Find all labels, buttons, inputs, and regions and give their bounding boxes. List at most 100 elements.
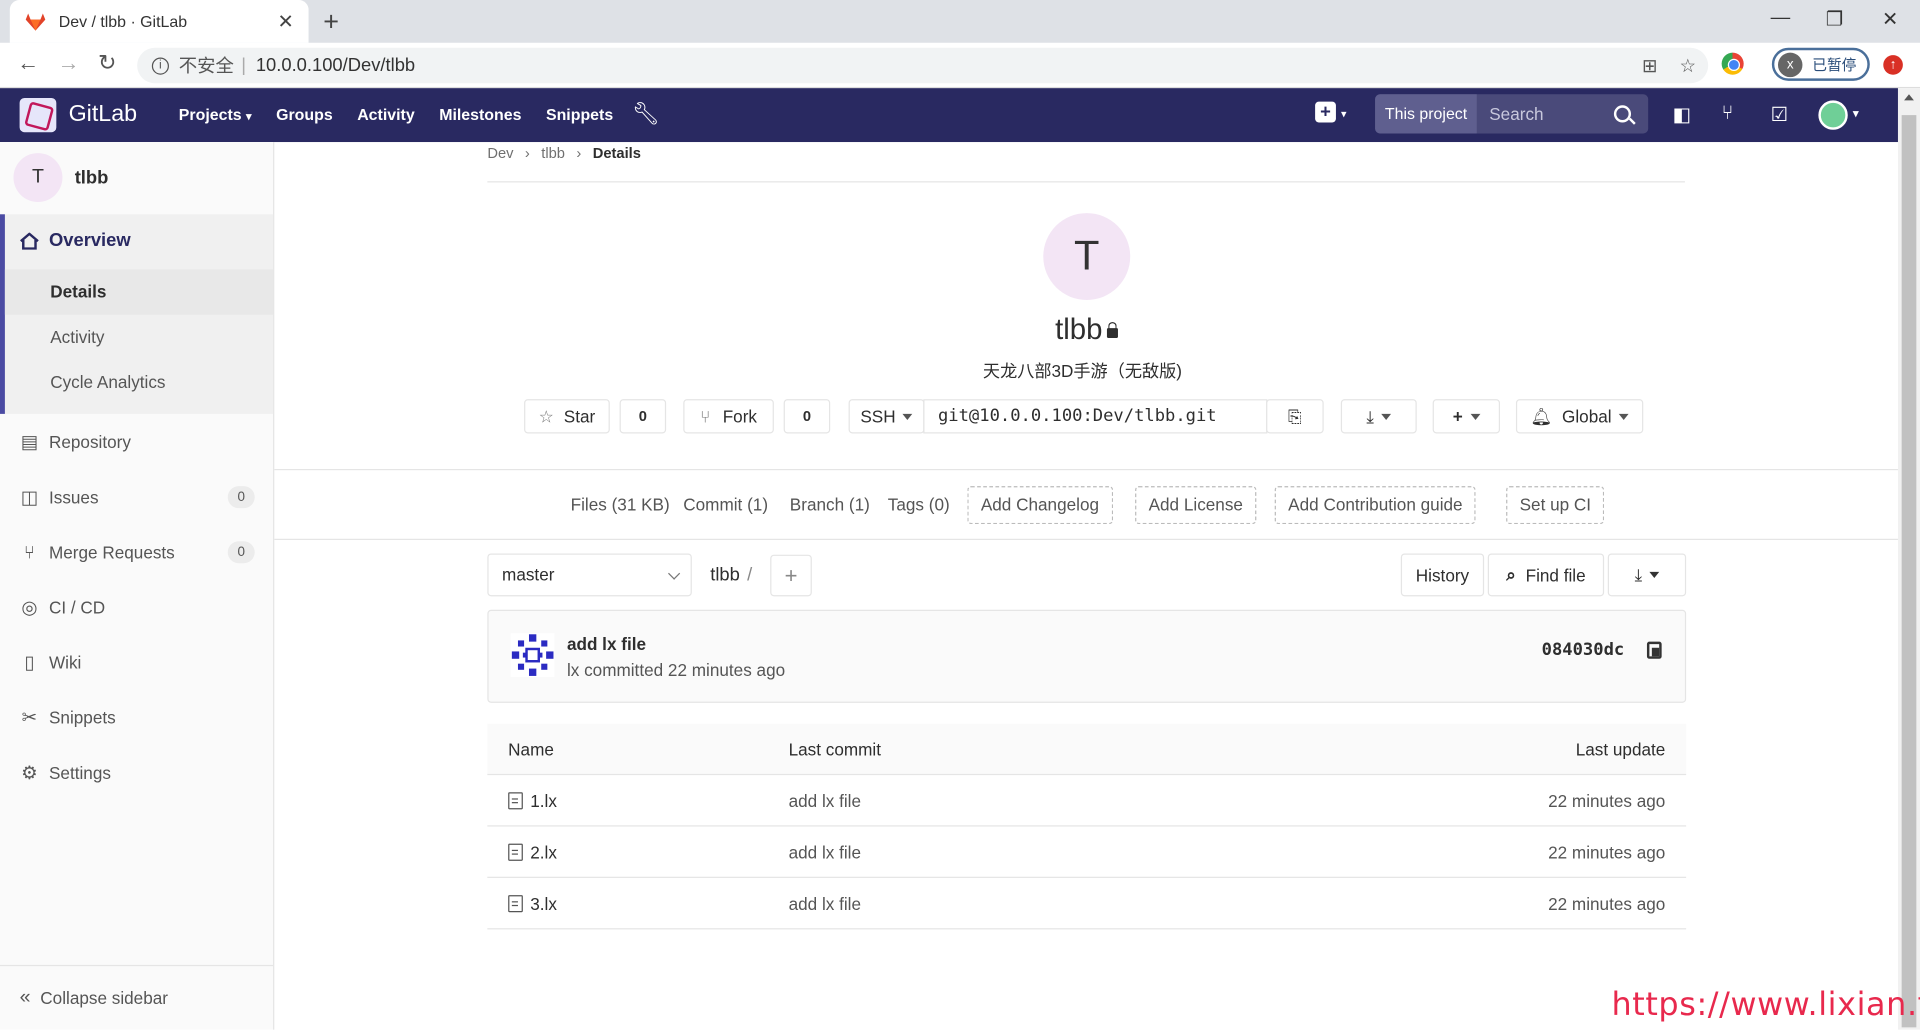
admin-wrench-icon[interactable]: 🔧︎: [632, 102, 660, 128]
update-icon[interactable]: ↑: [1883, 55, 1903, 75]
profile-button[interactable]: x 已暂停: [1771, 47, 1870, 81]
clone-protocol-dropdown[interactable]: SSH: [848, 399, 925, 434]
header-last-commit: Last commit: [788, 739, 881, 760]
gitlab-logo-icon[interactable]: [19, 97, 57, 133]
setup-ci-button[interactable]: Set up CI: [1506, 486, 1605, 525]
sidebar-project-avatar: T: [13, 153, 63, 203]
sidebar-item-merge-requests[interactable]: ⑂ Merge Requests 0: [20, 541, 255, 564]
new-tab-icon[interactable]: +: [323, 6, 339, 38]
commit-message[interactable]: add lx file: [567, 634, 646, 654]
file-commit[interactable]: add lx file: [789, 894, 861, 914]
chrome-extension-icon[interactable]: [1721, 52, 1744, 75]
lock-icon: [1107, 322, 1119, 338]
last-commit-panel: add lx file lx committed 22 minutes ago …: [487, 609, 1687, 703]
file-link[interactable]: 1.lx: [508, 791, 557, 811]
menu-projects[interactable]: Projects ▾: [179, 105, 252, 123]
restore-icon[interactable]: ❐: [1826, 7, 1844, 31]
notification-dropdown[interactable]: 🔔︎ Global: [1515, 399, 1644, 434]
add-to-tree-button[interactable]: +: [770, 554, 812, 597]
add-dropdown[interactable]: +: [1432, 399, 1501, 434]
search-scope[interactable]: This project: [1375, 94, 1477, 134]
breadcrumb-dev[interactable]: Dev: [487, 144, 513, 161]
clone-url-input[interactable]: git@10.0.0.100:Dev/tlbb.git: [923, 399, 1268, 434]
page-scrollbar[interactable]: [1897, 88, 1920, 1030]
commit-sha[interactable]: 084030dc: [1542, 640, 1625, 660]
tab-close-icon[interactable]: ✕: [277, 9, 293, 33]
download-dropdown[interactable]: ⤓: [1340, 399, 1417, 434]
translate-icon[interactable]: ⊞: [1642, 55, 1657, 77]
new-dropdown[interactable]: + ▾: [1315, 101, 1347, 123]
sidebar-item-details[interactable]: Details: [4, 269, 274, 315]
menu-snippets[interactable]: Snippets: [546, 105, 613, 123]
gitlab-brand[interactable]: GitLab: [69, 102, 138, 129]
branch-selector[interactable]: master: [487, 553, 692, 597]
breadcrumb-current[interactable]: Details: [593, 144, 641, 161]
menu-activity[interactable]: Activity: [357, 105, 415, 123]
add-contribution-guide-button[interactable]: Add Contribution guide: [1274, 486, 1477, 525]
sidebar-toggle-icon[interactable]: ◧: [1673, 103, 1692, 127]
url-text[interactable]: 10.0.0.100/Dev/tlbb: [256, 55, 415, 76]
chevron-down-icon[interactable]: ▾: [1853, 108, 1859, 121]
file-icon: [508, 792, 523, 810]
info-icon[interactable]: i: [151, 56, 169, 75]
back-icon[interactable]: ←: [17, 50, 39, 76]
sidebar-item-issues[interactable]: ◫ Issues 0: [20, 486, 255, 509]
menu-groups[interactable]: Groups: [276, 105, 333, 123]
url-bar[interactable]: i 不安全 | 10.0.0.100/Dev/tlbb ⊞ ☆: [137, 47, 1709, 84]
fork-count[interactable]: 0: [783, 399, 831, 434]
file-commit[interactable]: add lx file: [789, 842, 861, 862]
star-button[interactable]: ☆ Star: [524, 399, 610, 434]
merge-requests-nav-icon[interactable]: ⑂: [1722, 103, 1734, 125]
file-commit[interactable]: add lx file: [789, 791, 861, 811]
collapse-sidebar-button[interactable]: « Collapse sidebar: [0, 964, 274, 1030]
forward-icon[interactable]: →: [58, 50, 80, 76]
bookmark-star-icon[interactable]: ☆: [1679, 55, 1695, 77]
sidebar-item-overview[interactable]: Overview: [20, 230, 131, 251]
caret-down-icon: [1618, 413, 1629, 420]
copy-sha-icon[interactable]: [1646, 641, 1662, 659]
minimize-icon[interactable]: —: [1771, 7, 1791, 29]
search-icon[interactable]: [1613, 105, 1632, 123]
committer-avatar[interactable]: [510, 633, 555, 678]
user-avatar[interactable]: [1818, 100, 1848, 130]
find-file-button[interactable]: ⌕ Find file: [1487, 553, 1605, 597]
todos-icon[interactable]: ☑: [1771, 103, 1789, 127]
commits-stat[interactable]: Commit (1): [683, 495, 768, 515]
menu-milestones[interactable]: Milestones: [439, 105, 521, 123]
sidebar-project-header[interactable]: T tlbb: [13, 153, 108, 203]
download-archive-dropdown[interactable]: ⤓: [1607, 553, 1687, 597]
repo-path-root[interactable]: tlbb: [710, 564, 740, 585]
files-stat[interactable]: Files (31 KB): [571, 495, 670, 515]
scroll-up-icon[interactable]: [1904, 94, 1914, 101]
project-avatar: T: [1043, 213, 1131, 301]
add-changelog-button[interactable]: Add Changelog: [967, 486, 1113, 525]
sidebar-item-repository[interactable]: ▤ Repository: [20, 431, 255, 453]
table-row[interactable]: 2.lx add lx file 22 minutes ago: [487, 827, 1687, 878]
copy-url-button[interactable]: ⎘: [1266, 399, 1324, 434]
file-link[interactable]: 2.lx: [508, 842, 557, 862]
browser-tab[interactable]: Dev / tlbb · GitLab ✕: [9, 0, 309, 43]
search-box[interactable]: This project Search: [1375, 94, 1649, 134]
sidebar-item-ci-cd[interactable]: ◎ CI / CD: [20, 596, 255, 619]
sidebar-item-snippets[interactable]: ✂ Snippets: [20, 707, 255, 729]
table-row[interactable]: 3.lx add lx file 22 minutes ago: [487, 878, 1687, 930]
add-license-button[interactable]: Add License: [1135, 486, 1257, 525]
table-header: Name Last commit Last update: [487, 723, 1687, 776]
project-description: 天龙八部3D手游（无敌版): [982, 361, 1182, 381]
header-name: Name: [508, 739, 554, 760]
table-row[interactable]: 1.lx add lx file 22 minutes ago: [487, 775, 1687, 827]
history-button[interactable]: History: [1400, 553, 1485, 597]
scroll-thumb[interactable]: [1901, 115, 1917, 1028]
reload-icon[interactable]: ↻: [98, 50, 116, 76]
sidebar-item-wiki[interactable]: ▯ Wiki: [20, 651, 255, 674]
branches-stat[interactable]: Branch (1): [790, 495, 870, 515]
tags-stat[interactable]: Tags (0): [888, 495, 950, 515]
breadcrumb-project[interactable]: tlbb: [541, 144, 565, 161]
sidebar-item-settings[interactable]: ⚙ Settings: [20, 762, 255, 784]
close-window-icon[interactable]: ✕: [1882, 7, 1898, 31]
caret-down-icon: [1381, 413, 1392, 420]
star-count[interactable]: 0: [619, 399, 667, 434]
file-link[interactable]: 3.lx: [508, 894, 557, 913]
search-input[interactable]: Search: [1477, 104, 1614, 124]
fork-button[interactable]: ⑂ Fork: [683, 399, 774, 434]
